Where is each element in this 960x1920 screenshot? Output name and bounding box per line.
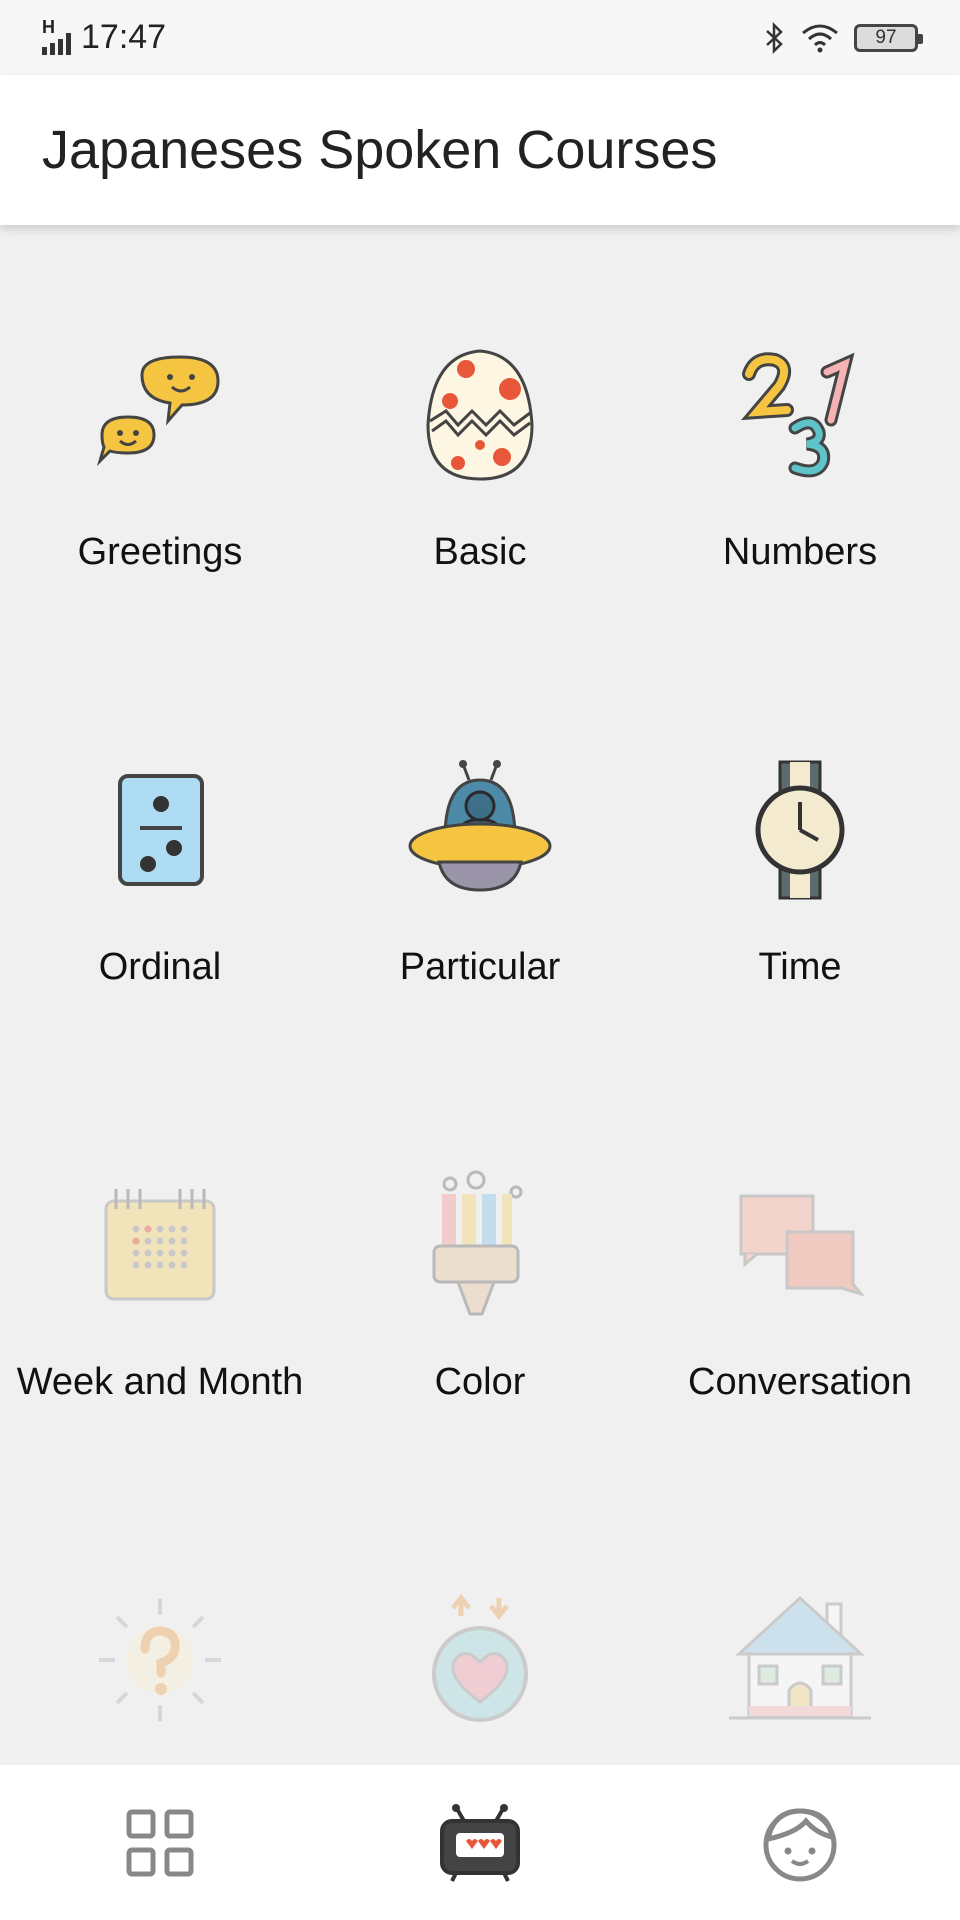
network-type: H: [42, 16, 55, 37]
course-label: Basic: [433, 531, 527, 573]
nav-videos[interactable]: [320, 1765, 640, 1920]
course-color[interactable]: Color: [320, 1055, 640, 1470]
course-tile[interactable]: [640, 1470, 960, 1765]
grid-icon: [126, 1809, 194, 1876]
course-conversation[interactable]: Conversation: [640, 1055, 960, 1470]
course-label: Numbers: [722, 531, 878, 573]
course-grid: Greetings Basic Numbers Ordinal Particul…: [0, 225, 960, 1765]
calendar-icon: [85, 1170, 235, 1320]
house-icon: [725, 1585, 875, 1735]
battery-level: 97: [875, 26, 897, 48]
course-tile[interactable]: [0, 1470, 320, 1765]
app-bar: Japaneses Spoken Courses: [0, 75, 960, 225]
boy-face-icon: [763, 1807, 837, 1881]
course-label: Time: [758, 946, 842, 988]
course-label: Conversation: [688, 1361, 912, 1403]
chat-squares-icon: [725, 1170, 875, 1320]
course-label: Greetings: [77, 531, 243, 573]
wifi-icon: [802, 24, 838, 52]
status-left: H 17:47: [42, 17, 167, 57]
nav-courses[interactable]: [0, 1765, 320, 1920]
paintbrush-icon: [405, 1170, 555, 1320]
course-basic[interactable]: Basic: [320, 225, 640, 640]
status-right: 97: [764, 21, 923, 54]
bluetooth-icon: [766, 21, 783, 54]
course-label: Ordinal: [98, 946, 222, 988]
wristwatch-icon: [725, 755, 875, 905]
status-bar: H 17:47 97: [0, 0, 960, 75]
tv-robot-icon: [440, 1803, 520, 1882]
clock: 17:47: [81, 18, 167, 56]
question-sun-icon: [85, 1585, 235, 1735]
course-tile[interactable]: [320, 1470, 640, 1765]
domino-icon: [85, 755, 235, 905]
course-label: Color: [434, 1361, 526, 1403]
page-title: Japaneses Spoken Courses: [42, 120, 718, 180]
course-ordinal[interactable]: Ordinal: [0, 640, 320, 1055]
course-time[interactable]: Time: [640, 640, 960, 1055]
ufo-alien-icon: [405, 755, 555, 905]
course-numbers[interactable]: Numbers: [640, 225, 960, 640]
signal-icon: H: [42, 17, 71, 55]
battery-indicator: 97: [854, 23, 923, 52]
course-particular[interactable]: Particular: [320, 640, 640, 1055]
course-label: Particular: [399, 946, 561, 988]
numbers-123-icon: [725, 340, 875, 490]
course-week-and-month[interactable]: Week and Month: [0, 1055, 320, 1470]
bottom-nav: [0, 1765, 960, 1920]
course-label: Week and Month: [16, 1361, 304, 1403]
cracked-egg-icon: [405, 340, 555, 490]
speech-bubbles-smile-icon: [85, 340, 235, 490]
nav-profile[interactable]: [640, 1765, 960, 1920]
course-greetings[interactable]: Greetings: [0, 225, 320, 640]
heart-circle-icon: [405, 1585, 555, 1735]
